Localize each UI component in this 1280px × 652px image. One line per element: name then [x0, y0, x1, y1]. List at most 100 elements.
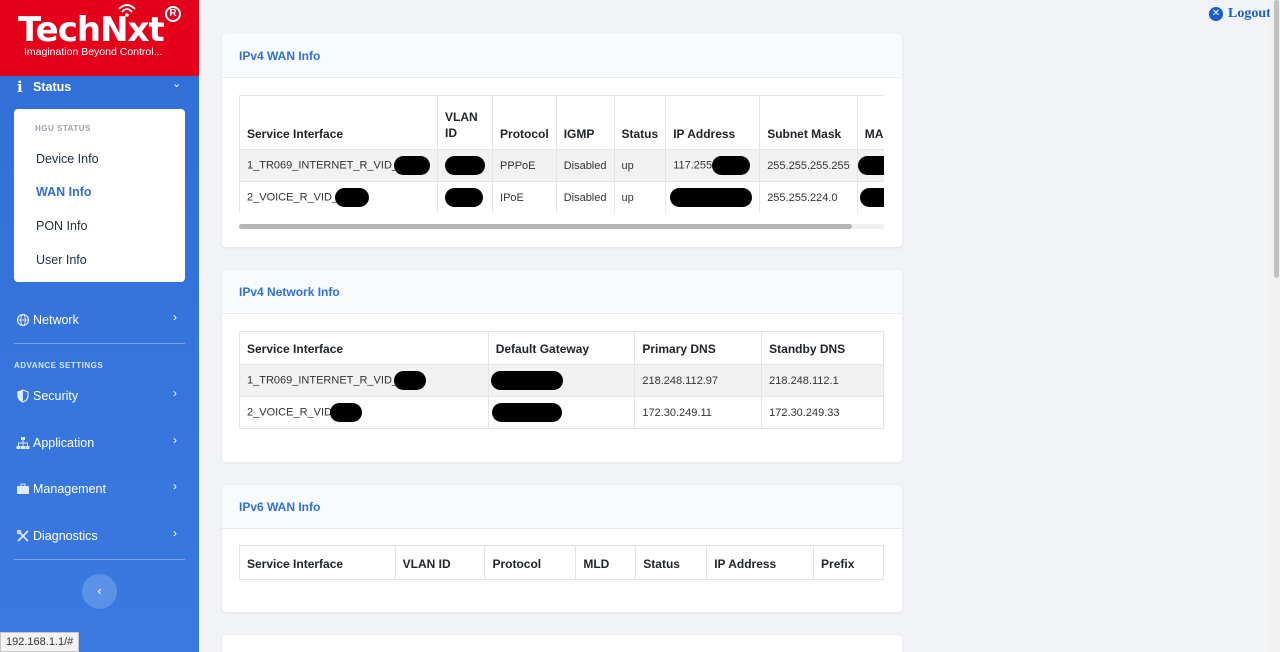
logout-label: Logout	[1228, 6, 1271, 21]
table-row: 2_VOICE_R_VID_ IPoE Disabled up 255.255.…	[239, 181, 884, 213]
divider	[14, 559, 185, 560]
col-header: Service Interface	[239, 95, 439, 150]
cell-mac	[856, 149, 884, 182]
card-title: IPv4 Network Info	[222, 270, 902, 314]
brand-name: TechNxt	[18, 10, 165, 50]
redaction	[857, 156, 884, 175]
card-title: IPv4 WAN Info	[222, 34, 902, 78]
submenu-item-wan-info[interactable]: WAN Info	[36, 185, 92, 199]
cell-igmp: Disabled	[555, 149, 615, 182]
sidebar-collapse-button[interactable]: ‹	[82, 574, 117, 609]
col-header: Protocol	[484, 545, 577, 580]
cell-iface: 1_TR069_INTERNET_R_VID_	[239, 364, 489, 397]
status-bar-url: 192.168.1.1/#	[0, 632, 80, 652]
wifi-icon	[118, 4, 136, 17]
cell-ip: 117.255	[665, 149, 761, 182]
submenu-header: HGU STATUS	[35, 124, 91, 133]
cell-standby-dns: 172.30.249.33	[761, 396, 884, 429]
cell-protocol: IPoE	[492, 181, 557, 213]
table-row: 2_VOICE_R_VID 172.30.249.11 172.30.249.3…	[239, 396, 884, 429]
divider	[14, 343, 185, 344]
submenu-item-device-info[interactable]: Device Info	[36, 152, 99, 166]
col-header: IGMP	[555, 95, 615, 150]
col-header: VLAN ID	[394, 545, 486, 580]
cell-igmp: Disabled	[555, 181, 615, 213]
cell-mac	[856, 181, 884, 213]
col-header: Standby DNS	[761, 331, 884, 365]
col-header: Service Interface	[239, 331, 489, 365]
ipv4-network-table-wrapper: Service Interface Default Gateway Primar…	[239, 331, 884, 429]
cell-mask: 255.255.224.0	[759, 181, 858, 213]
col-header: Status	[613, 95, 667, 150]
cell-vlan	[437, 181, 494, 213]
cell-status: up	[613, 181, 667, 213]
sidebar-item-application[interactable]: Application ›	[0, 431, 199, 455]
cell-status: up	[613, 149, 667, 182]
status-submenu: HGU STATUS Device Info WAN Info PON Info…	[14, 109, 185, 282]
cell-primary-dns: 218.248.112.97	[634, 364, 763, 397]
tools-icon	[16, 529, 29, 542]
brand-logo[interactable]: TechNxt R Imagination Beyond Control...	[0, 0, 199, 76]
chevron-right-icon: ›	[173, 386, 177, 400]
cell-iface: 1_TR069_INTERNET_R_VID_	[239, 149, 439, 182]
table-row: 1_TR069_INTERNET_R_VID_ PPPoE Disabled u…	[239, 149, 884, 182]
redaction	[670, 188, 753, 207]
ipv4-wan-table: Service Interface VLAN ID Protocol IGMP S…	[239, 95, 884, 213]
sidebar-item-security[interactable]: Security ›	[0, 384, 199, 408]
redaction	[490, 371, 563, 390]
chevron-right-icon: ›	[173, 479, 177, 493]
redaction	[491, 403, 562, 422]
sidebar-item-label: Application	[33, 436, 95, 450]
cell-gateway	[487, 396, 636, 429]
ipv4-network-table: Service Interface Default Gateway Primar…	[239, 331, 884, 429]
horizontal-scrollbar[interactable]	[239, 224, 884, 229]
logout-button[interactable]: ✕ Logout	[1209, 6, 1271, 22]
info-icon: i	[17, 78, 23, 96]
submenu-item-user-info[interactable]: User Info	[36, 253, 87, 267]
cell-primary-dns: 172.30.249.11	[634, 396, 763, 429]
chevron-right-icon: ›	[173, 310, 177, 324]
redaction	[394, 156, 431, 175]
ipv6-wan-table-wrapper: Service Interface VLAN ID Protocol MLD S…	[239, 545, 884, 580]
scrollbar-thumb[interactable]	[239, 224, 852, 229]
sidebar: TechNxt R Imagination Beyond Control... …	[0, 0, 199, 652]
cell-ip	[665, 181, 761, 213]
sidebar-item-label: Network	[33, 313, 79, 327]
col-header: Subnet Mask	[759, 95, 858, 150]
cell-protocol: PPPoE	[492, 149, 557, 182]
ipv4-wan-table-wrapper: Service Interface VLAN ID Protocol IGMP S…	[239, 95, 884, 213]
brand-tagline: Imagination Beyond Control...	[24, 46, 163, 58]
registered-icon: R	[165, 6, 181, 22]
cell-vlan	[437, 149, 494, 182]
cell-gateway	[487, 364, 636, 397]
sidebar-item-label: Security	[33, 389, 79, 403]
card-title: IPv6 WAN Info	[222, 485, 902, 529]
col-header: MLD	[575, 545, 637, 580]
close-circle-icon: ✕	[1209, 7, 1223, 21]
redaction	[445, 156, 486, 175]
scrollbar-thumb[interactable]	[1274, 0, 1279, 278]
col-header: Primary DNS	[634, 331, 763, 365]
globe-icon	[16, 313, 30, 327]
submenu-item-pon-info[interactable]: PON Info	[36, 219, 87, 233]
ipv4-network-card: IPv4 Network Info Service Interface Defa…	[222, 270, 902, 462]
col-header: Protocol	[492, 95, 557, 150]
col-header: IP Address	[665, 95, 761, 150]
cell-iface: 2_VOICE_R_VID	[239, 396, 489, 429]
sidebar-item-label: Management	[33, 482, 106, 496]
redaction	[329, 403, 362, 422]
table-row: 1_TR069_INTERNET_R_VID_ 218.248.112.97 2…	[239, 364, 884, 397]
sidebar-item-network[interactable]: Network ›	[0, 308, 199, 332]
sidebar-item-management[interactable]: Management ›	[0, 477, 199, 501]
sidebar-item-status[interactable]: i Status ⌄	[0, 76, 199, 98]
redaction	[859, 188, 884, 207]
col-header: Prefix	[813, 545, 884, 580]
col-header: MAC Addre	[856, 95, 884, 150]
sidebar-item-diagnostics[interactable]: Diagnostics ›	[0, 524, 199, 548]
sitemap-icon	[16, 437, 30, 449]
ipv4-wan-card: IPv4 WAN Info Service Interface VLAN ID P…	[222, 34, 902, 247]
col-header: Default Gateway	[487, 331, 636, 365]
cell-iface: 2_VOICE_R_VID_	[239, 181, 439, 213]
col-header: Status	[635, 545, 708, 580]
chevron-right-icon: ›	[173, 433, 177, 447]
